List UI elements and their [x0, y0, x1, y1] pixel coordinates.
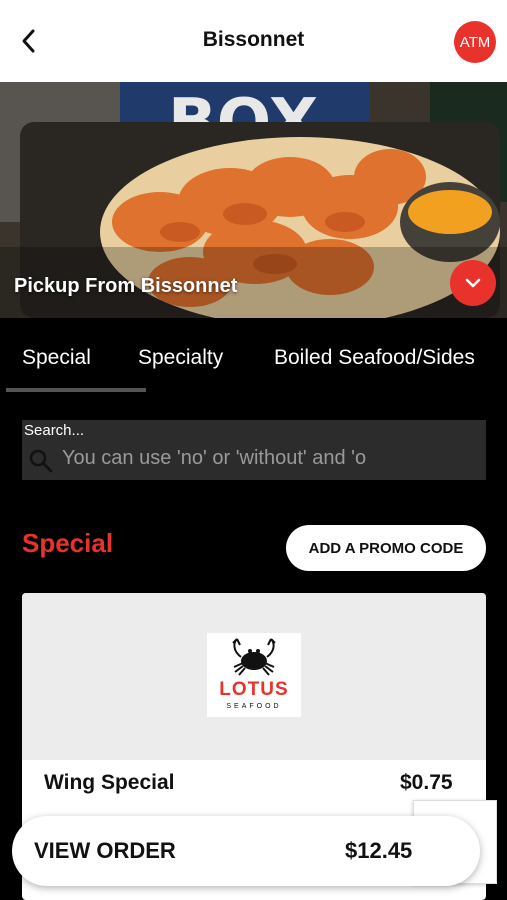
avatar[interactable]: ATM — [454, 21, 496, 63]
lotus-seafood-logo: LOTUS SEAFOOD — [207, 633, 301, 717]
item-price: $0.75 — [400, 771, 453, 794]
view-order-bar[interactable]: VIEW ORDER $12.45 — [12, 816, 480, 886]
view-order-label: VIEW ORDER — [34, 838, 176, 863]
search-icon — [29, 449, 53, 473]
search-input[interactable] — [62, 444, 480, 472]
chevron-down-icon — [465, 278, 481, 288]
active-tab-indicator — [6, 388, 146, 392]
app-header: Bissonnet ATM — [0, 0, 507, 82]
page-title: Bissonnet — [202, 28, 305, 51]
category-tabs: Special Specialty Boiled Seafood/Sides — [0, 318, 507, 394]
logo-subtext: SEAFOOD — [226, 703, 282, 710]
section-title: Special — [22, 528, 114, 558]
tab-boiled-seafood-sides[interactable]: Boiled Seafood/Sides — [274, 346, 475, 370]
order-total: $12.45 — [345, 838, 413, 863]
menu-item-image: LOTUS SEAFOOD — [22, 593, 486, 760]
logo-text: LOTUS — [219, 679, 289, 700]
search-label: Search... — [24, 422, 85, 439]
item-name: Wing Special — [44, 771, 175, 794]
add-promo-code-button[interactable]: ADD A PROMO CODE — [286, 525, 486, 571]
hero-image: BOX Pickup From Bissonnet — [0, 82, 507, 318]
crab-icon — [232, 638, 276, 676]
tab-specialty[interactable]: Specialty — [138, 346, 223, 370]
location-dropdown-button[interactable] — [450, 260, 496, 306]
pickup-location-text: Pickup From Bissonnet — [14, 275, 238, 297]
search-box: Search... — [22, 420, 486, 480]
tab-special[interactable]: Special — [22, 346, 91, 370]
